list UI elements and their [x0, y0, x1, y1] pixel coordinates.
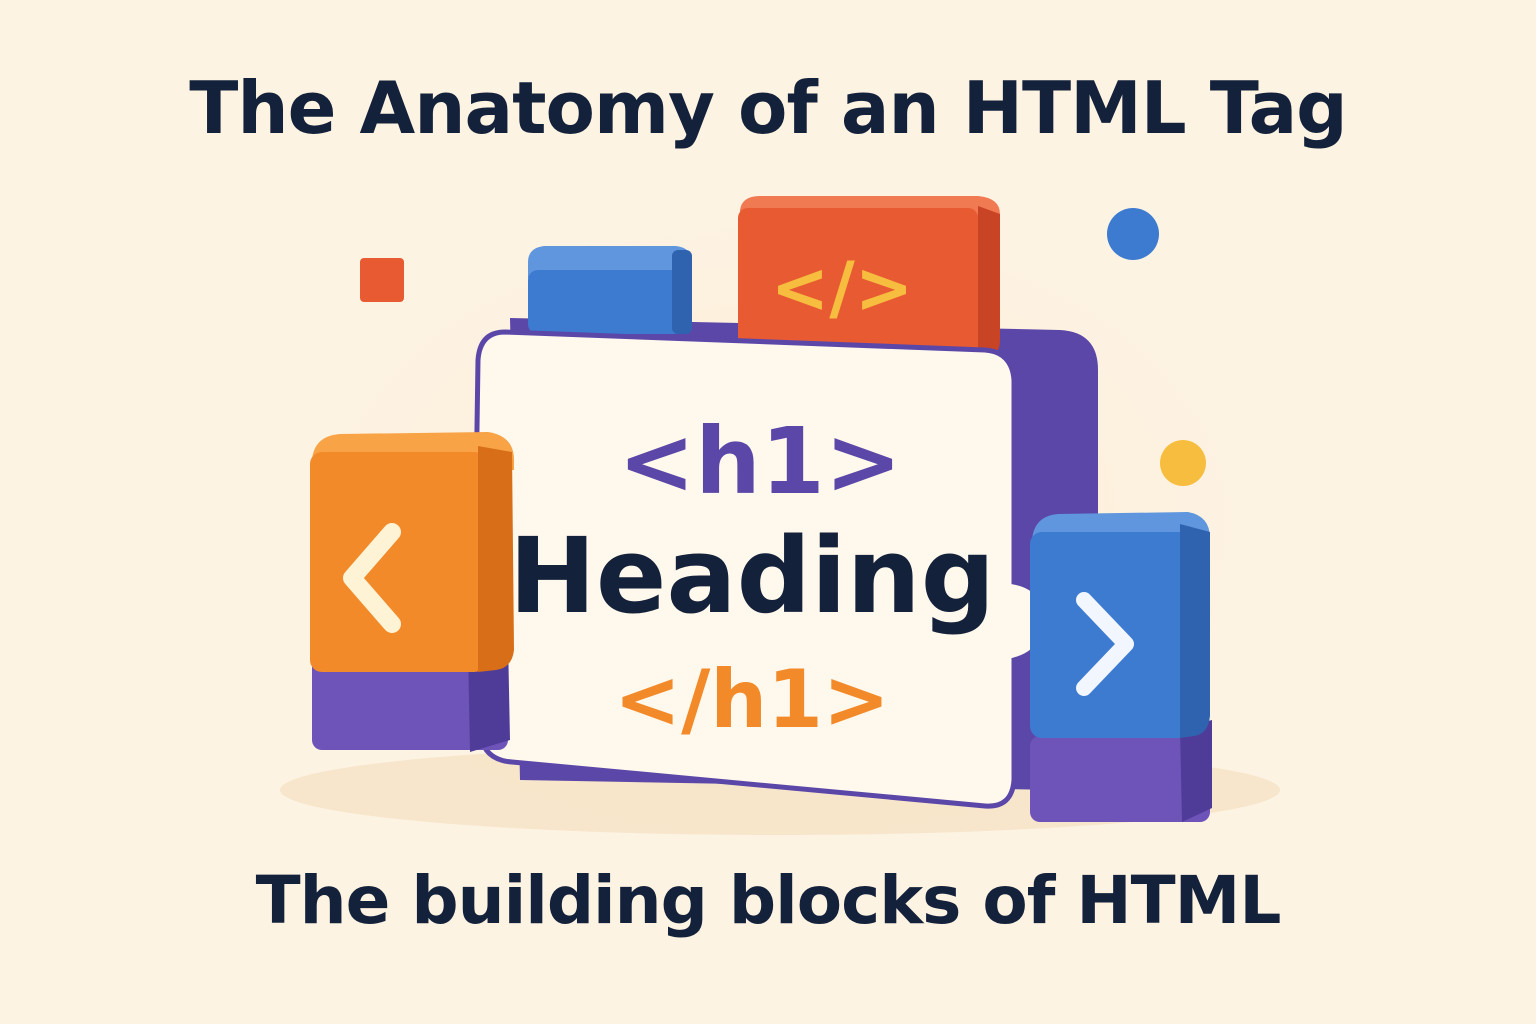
close-tag-text: </h1> — [614, 653, 890, 746]
right-block-stack — [1030, 512, 1212, 822]
code-icon: </> — [771, 247, 914, 329]
top-blue-block — [528, 246, 692, 334]
blue-dot — [1107, 208, 1159, 260]
yellow-dot — [1160, 440, 1206, 486]
left-block-stack — [310, 432, 514, 752]
small-red-square — [360, 258, 404, 302]
subtitle: The building blocks of HTML — [255, 862, 1282, 939]
illustration-stage: The Anatomy of an HTML Tag </> <h1> Head… — [0, 0, 1536, 1024]
heading-content-text: Heading — [509, 515, 995, 637]
open-tag-text: <h1> — [618, 408, 902, 515]
